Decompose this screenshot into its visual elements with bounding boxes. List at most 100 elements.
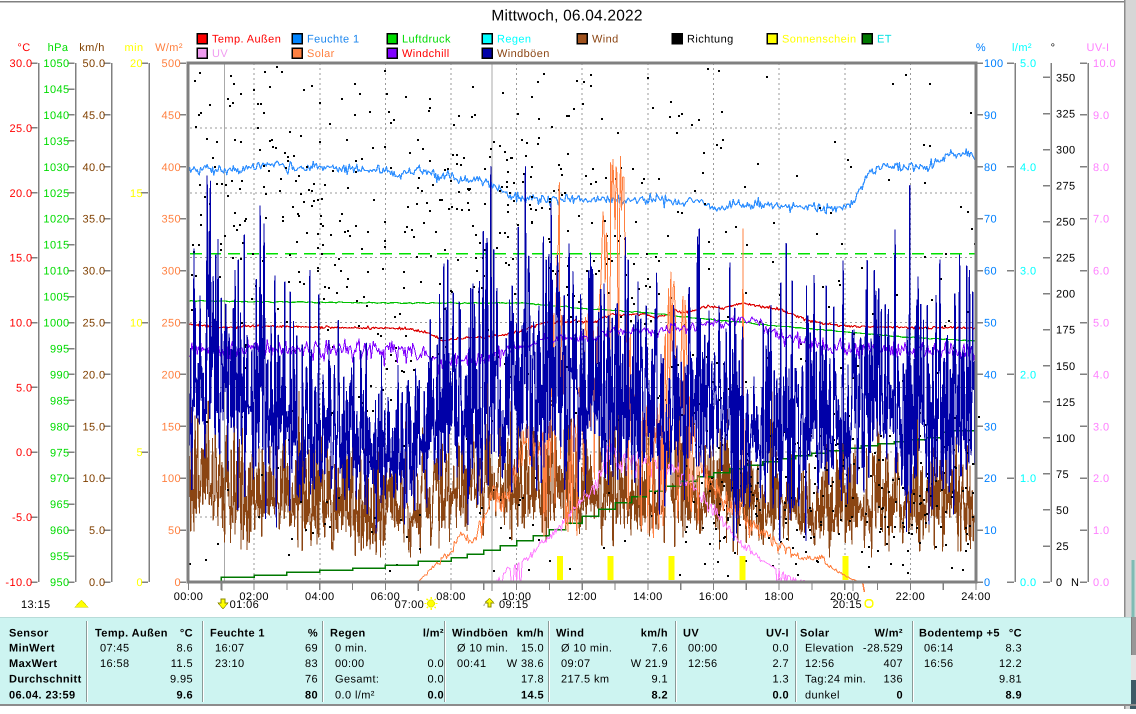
svg-text:09:07: 09:07 [561,658,591,670]
svg-text:2.0: 2.0 [1093,473,1110,485]
svg-text:325: 325 [1056,109,1076,121]
svg-text:dunkel: dunkel [805,690,840,702]
svg-text:00:41: 00:41 [457,658,487,670]
svg-text:2.0: 2.0 [1020,369,1037,381]
svg-text:l/m²: l/m² [423,628,444,640]
svg-text:450: 450 [161,110,181,122]
svg-text:Ø 10 min.: Ø 10 min. [561,643,612,655]
svg-text:-28.529: -28.529 [863,643,903,655]
svg-text:1030: 1030 [43,162,69,174]
svg-text:80: 80 [984,162,997,174]
svg-text:1050: 1050 [43,58,69,70]
svg-text:30.0: 30.0 [82,266,105,278]
svg-text:l/m²: l/m² [1012,42,1032,54]
svg-text:min: min [125,42,144,54]
svg-text:%: % [976,42,986,54]
svg-text:Solar: Solar [307,48,335,60]
svg-text:30: 30 [984,421,997,433]
svg-text:00:00: 00:00 [174,591,204,603]
svg-text:km/h: km/h [79,42,104,54]
svg-text:0: 0 [174,577,181,589]
svg-text:W 38.6: W 38.6 [507,658,544,670]
svg-text:Windchill: Windchill [402,48,450,60]
svg-text:60: 60 [984,266,997,278]
svg-text:UV-I: UV-I [1087,42,1110,54]
svg-text:UV: UV [212,48,228,60]
svg-text:0: 0 [896,690,903,702]
svg-text:955: 955 [50,551,70,563]
svg-text:Tag:24 min.: Tag:24 min. [805,674,866,686]
svg-text:1045: 1045 [43,84,69,96]
svg-text:1040: 1040 [43,110,69,122]
svg-text:250: 250 [1056,217,1076,229]
svg-text:07:00: 07:00 [395,599,425,611]
svg-text:83: 83 [305,658,318,670]
svg-text:407: 407 [883,658,903,670]
svg-text:hPa: hPa [48,42,69,54]
svg-text:00:00: 00:00 [688,643,718,655]
svg-text:400: 400 [161,162,181,174]
svg-text:76: 76 [305,674,318,686]
svg-text:5.0: 5.0 [89,525,106,537]
svg-text:100: 100 [161,473,181,485]
svg-text:12:56: 12:56 [688,658,718,670]
svg-text:-10.0: -10.0 [5,577,32,589]
svg-text:0: 0 [1056,577,1063,589]
svg-text:Gesamt:: Gesamt: [335,674,379,686]
svg-text:Feuchte 1: Feuchte 1 [210,628,265,640]
svg-text:975: 975 [50,447,70,459]
svg-text:75: 75 [1056,469,1069,481]
svg-text:995: 995 [50,344,70,356]
svg-text:0.0: 0.0 [1093,577,1110,589]
svg-text:Temp. Außen: Temp. Außen [212,34,281,46]
svg-text:1005: 1005 [43,292,69,304]
svg-text:1.0: 1.0 [1020,473,1037,485]
svg-text:Temp. Außen: Temp. Außen [95,628,168,640]
svg-text:8.9: 8.9 [1006,690,1023,702]
svg-text:ET: ET [877,34,892,46]
svg-text:0: 0 [984,577,991,589]
svg-text:Sensor: Sensor [9,628,49,640]
svg-text:MaxWert: MaxWert [9,658,57,670]
svg-text:50: 50 [168,525,181,537]
svg-text:16:58: 16:58 [100,658,130,670]
svg-text:20: 20 [984,473,997,485]
svg-text:125: 125 [1056,397,1076,409]
svg-text:1035: 1035 [43,136,69,148]
svg-text:9.0: 9.0 [1093,110,1110,122]
svg-text:960: 960 [50,525,70,537]
svg-text:225: 225 [1056,253,1076,265]
svg-text:Ø 10 min.: Ø 10 min. [457,643,508,655]
svg-text:10.0: 10.0 [9,318,32,330]
svg-text:MinWert: MinWert [9,643,55,655]
svg-text:1010: 1010 [43,266,69,278]
svg-text:970: 970 [50,473,70,485]
svg-text:200: 200 [161,369,181,381]
svg-text:8.6: 8.6 [177,643,194,655]
svg-text:9.95: 9.95 [170,674,193,686]
svg-text:20.0: 20.0 [9,188,32,200]
svg-text:0.0: 0.0 [773,643,790,655]
svg-text:0.0: 0.0 [428,658,445,670]
svg-text:Richtung: Richtung [687,34,734,46]
svg-text:Wind: Wind [592,34,619,46]
svg-text:500: 500 [161,58,181,70]
svg-text:W 21.9: W 21.9 [631,658,668,670]
svg-text:9.6: 9.6 [177,690,194,702]
svg-text:09:15: 09:15 [499,599,529,611]
svg-text:Durchschnitt: Durchschnitt [9,674,82,686]
svg-text:0: 0 [136,577,143,589]
svg-text:20.0: 20.0 [82,369,105,381]
svg-text:0.0: 0.0 [773,690,790,702]
svg-text:16:00: 16:00 [699,591,729,603]
svg-text:4.0: 4.0 [1020,162,1037,174]
svg-text:W/m²: W/m² [875,628,903,640]
svg-text:Regen: Regen [497,34,531,46]
svg-text:10: 10 [130,318,143,330]
svg-text:275: 275 [1056,181,1076,193]
svg-text:9.81: 9.81 [999,674,1022,686]
svg-text:300: 300 [161,266,181,278]
svg-text:00:00: 00:00 [335,658,365,670]
svg-text:Elevation: Elevation [805,643,854,655]
svg-text:3.0: 3.0 [1020,266,1037,278]
